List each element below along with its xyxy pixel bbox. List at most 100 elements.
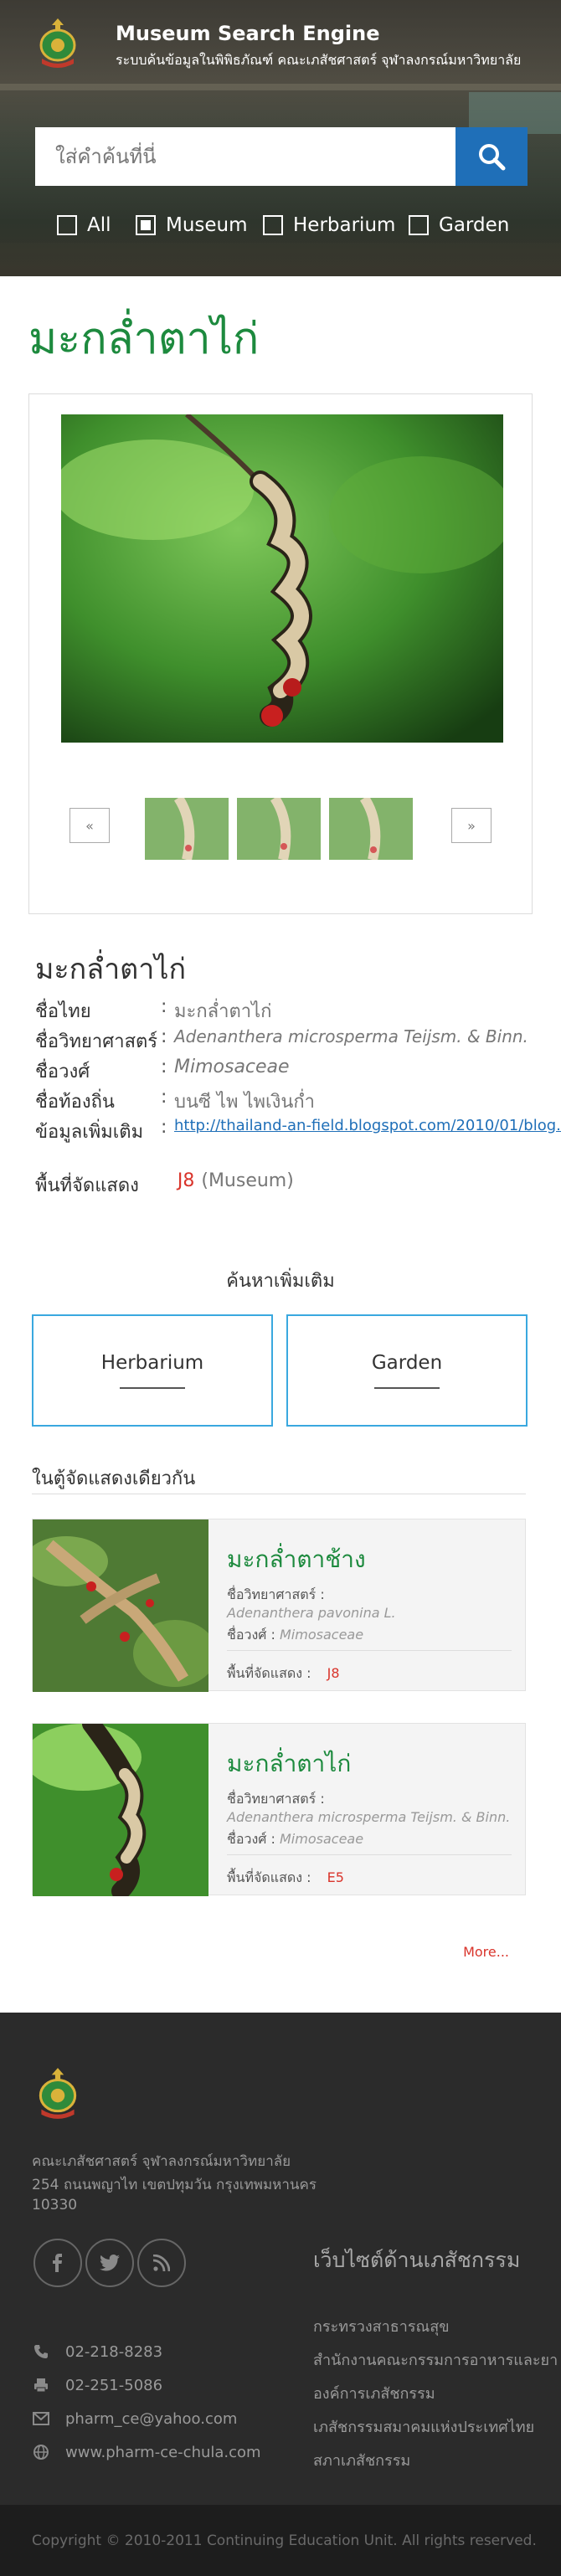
related-specimen-card[interactable]: มะกล่ำตาช้าง ชื่อวิทยาศาสตร์ : Adenanthe… <box>32 1519 526 1692</box>
contact-website: www.pharm-ce-chula.com <box>32 2441 261 2463</box>
gallery-thumbnail[interactable] <box>237 798 321 860</box>
twitter-icon <box>100 2255 120 2271</box>
thumbnail-image <box>145 798 229 860</box>
filter-all-label: All <box>87 214 111 236</box>
detail-label: ชื่อวงศ์ <box>35 1062 90 1082</box>
mail-icon <box>32 2409 50 2428</box>
detail-value: มะกล่ำตาไก่ <box>174 1001 272 1022</box>
herbarium-button[interactable]: Herbarium <box>32 1314 273 1427</box>
footer-link[interactable]: องค์การเภสัชกรรม <box>313 2381 435 2405</box>
contact-email-text[interactable]: pharm_ce@yahoo.com <box>65 2410 237 2428</box>
sci-name-label: ชื่อวิทยาศาสตร์ : <box>227 1791 325 1807</box>
button-underline <box>120 1387 185 1389</box>
card-divider <box>227 1650 512 1651</box>
filter-garden[interactable]: Garden <box>409 214 509 236</box>
faculty-logo-icon <box>39 2068 77 2119</box>
footer-address-line: 10330 <box>32 2197 78 2214</box>
footer-link[interactable]: กระทรวงสาธารณสุข <box>313 2314 450 2338</box>
filter-all[interactable]: All <box>57 214 111 236</box>
filter-museum-checkbox[interactable] <box>136 215 156 235</box>
footer-link[interactable]: สภาเภสัชกรรม <box>313 2448 410 2472</box>
display-area-location: (Museum) <box>201 1170 294 1191</box>
twitter-button[interactable] <box>85 2239 134 2287</box>
image-gallery: « » <box>28 393 533 914</box>
specimen-thumbnail <box>33 1519 208 1692</box>
related-specimen-name[interactable]: มะกล่ำตาไก่ <box>227 1746 351 1782</box>
contact-phone-text: 02-218-8283 <box>65 2342 163 2361</box>
more-info-link[interactable]: http://thailand-an-field.blogspot.com/20… <box>174 1117 561 1145</box>
card-divider <box>227 1854 512 1855</box>
search-button[interactable] <box>455 127 528 186</box>
search-icon <box>479 144 506 171</box>
specimen-title: มะกล่ำตาไก่ <box>35 953 187 986</box>
header-banner: Museum Search Engine ระบบค้นข้อมูลในพิพิ… <box>0 0 561 276</box>
contact-fax-text: 02-251-5086 <box>65 2376 163 2394</box>
gallery-thumbnail[interactable] <box>145 798 229 860</box>
thumbnail-image <box>237 798 321 860</box>
specimen-thumbnail <box>33 1724 208 1896</box>
rss-button[interactable] <box>137 2239 186 2287</box>
display-area-label: พื้นที่จัดแสดง <box>35 1175 139 1196</box>
faculty-logo-icon[interactable] <box>37 17 79 70</box>
detail-row-thai-name: ชื่อไทย : มะกล่ำตาไก่ <box>35 996 272 1025</box>
banner-floor <box>0 243 561 276</box>
detail-value: Mimosaceae <box>174 1057 290 1077</box>
contact-website-text[interactable]: www.pharm-ce-chula.com <box>65 2444 261 2461</box>
facebook-button[interactable] <box>33 2239 82 2287</box>
related-specimen-name[interactable]: มะกล่ำตาช้าง <box>227 1541 366 1578</box>
family-value: Mimosaceae <box>280 1627 364 1643</box>
sci-name-label: ชื่อวิทยาศาสตร์ : <box>227 1586 325 1602</box>
detail-row-family: ชื่อวงศ์ : Mimosaceae <box>35 1057 290 1085</box>
globe-icon <box>32 2443 50 2461</box>
contact-email: pharm_ce@yahoo.com <box>32 2408 237 2429</box>
detail-colon: : <box>161 1057 167 1077</box>
copyright-bar: Copyright © 2010-2011 Continuing Educati… <box>0 2505 561 2576</box>
footer-link[interactable]: เภสัชกรรมสมาคมแห่งประเทศไทย <box>313 2414 534 2439</box>
filter-garden-checkbox[interactable] <box>409 215 429 235</box>
filter-museum[interactable]: Museum <box>136 214 248 236</box>
detail-colon: : <box>161 1026 167 1047</box>
related-specimen-image[interactable] <box>33 1519 208 1692</box>
search-input[interactable] <box>35 127 455 186</box>
footer-address-line: คณะเภสัชศาสตร์ จุฬาลงกรณ์มหาวิทยาลัย <box>32 2153 291 2170</box>
gallery-next-button[interactable]: » <box>451 808 492 843</box>
related-specimen-image[interactable] <box>33 1724 208 1896</box>
display-area-code: J8 <box>177 1170 195 1191</box>
facebook-icon <box>53 2254 62 2272</box>
family-row: ชื่อวงศ์ : Mimosaceae <box>227 1829 363 1850</box>
gallery-prev-button[interactable]: « <box>69 808 110 843</box>
herbarium-button-label: Herbarium <box>100 1352 204 1374</box>
main-photo[interactable] <box>61 414 503 743</box>
display-area: พื้นที่จัดแสดง J8 (Museum) <box>35 1170 294 1200</box>
site-title[interactable]: Museum Search Engine <box>116 22 380 45</box>
garden-button-label: Garden <box>371 1352 443 1374</box>
same-case-title: ในตู้จัดแสดงเดียวกัน <box>32 1468 196 1489</box>
detail-row-scientific-name: ชื่อวิทยาศาสตร์ : Adenanthera microsperm… <box>35 1026 528 1055</box>
detail-label: ชื่อวิทยาศาสตร์ <box>35 1031 158 1052</box>
detail-label: ชื่อท้องถิ่น <box>35 1092 115 1113</box>
contact-phone: 02-218-8283 <box>32 2341 162 2363</box>
more-link[interactable]: More... <box>463 1944 509 1960</box>
filter-herbarium[interactable]: Herbarium <box>263 214 395 236</box>
area-row: พื้นที่จัดแสดง : J8 <box>227 1663 340 1684</box>
sci-name-value: Adenanthera microsperma Teijsm. & Binn. <box>227 1809 511 1825</box>
detail-row-local-name: ชื่อท้องถิ่น : บนซี ไพ ไพเงินก่ำ <box>35 1087 315 1115</box>
area-label: พื้นที่จัดแสดง : <box>227 1869 311 1885</box>
filter-herbarium-checkbox[interactable] <box>263 215 283 235</box>
detail-colon: : <box>161 1087 167 1108</box>
filter-herbarium-label: Herbarium <box>293 214 396 236</box>
gallery-thumbnail[interactable] <box>329 798 413 860</box>
phone-icon <box>32 2342 50 2361</box>
related-specimen-card[interactable]: มะกล่ำตาไก่ ชื่อวิทยาศาสตร์ : Adenanther… <box>32 1723 526 1896</box>
area-code: J8 <box>327 1665 340 1681</box>
filter-garden-label: Garden <box>439 214 510 236</box>
banner-shelf <box>0 84 561 90</box>
detail-colon: : <box>161 1117 167 1138</box>
filter-all-checkbox[interactable] <box>57 215 77 235</box>
seed-pod-photo <box>61 414 503 743</box>
family-label: ชื่อวงศ์ : <box>227 1831 275 1847</box>
footer-link[interactable]: สำนักงานคณะกรรมการอาหารและยา <box>313 2347 558 2372</box>
button-underline <box>374 1387 440 1389</box>
pharmacy-links-title: เว็บไซต์ด้านเภสัชกรรม <box>313 2248 521 2272</box>
garden-button[interactable]: Garden <box>286 1314 528 1427</box>
